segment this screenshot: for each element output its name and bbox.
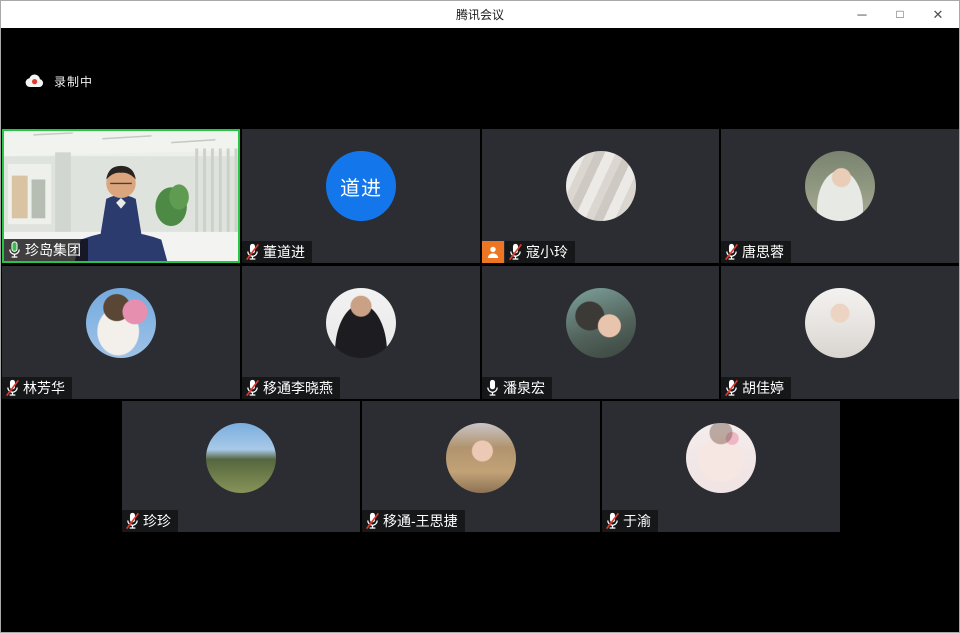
mic-muted-icon	[605, 512, 620, 530]
participant-name-label: 珍珍	[122, 510, 178, 532]
participant-name: 移通李晓燕	[263, 378, 333, 398]
close-button[interactable]: ✕	[919, 1, 957, 28]
participant-tile-tangsirong[interactable]: 唐思蓉	[721, 129, 959, 263]
window-title: 腾讯会议	[1, 1, 959, 28]
avatar	[805, 288, 875, 358]
recording-label: 录制中	[54, 73, 93, 90]
participant-name: 董道进	[263, 242, 305, 262]
participant-tile-linfanghua[interactable]: 林芳华	[2, 266, 240, 399]
participant-tile-zhendao-group[interactable]: 珍岛集团	[2, 129, 240, 263]
participant-name-label: 寇小玲	[505, 241, 575, 263]
participant-name-label: 珍岛集团	[4, 239, 88, 261]
avatar	[686, 423, 756, 493]
avatar	[206, 423, 276, 493]
mic-muted-icon	[245, 243, 260, 261]
mic-muted-icon	[5, 379, 20, 397]
avatar-initials: 道进	[340, 172, 382, 201]
participant-name-label: 于渝	[602, 510, 658, 532]
participant-name-label: 林芳华	[2, 377, 72, 399]
participant-name-label: 移通李晓燕	[242, 377, 340, 399]
participant-tile-lixiaoyan[interactable]: 移通李晓燕	[242, 266, 480, 399]
participant-name-label: 潘泉宏	[482, 377, 552, 399]
mic-muted-icon	[365, 512, 380, 530]
avatar	[566, 151, 636, 221]
participant-name-label: 唐思蓉	[721, 241, 791, 263]
avatar	[326, 288, 396, 358]
participant-tile-yuyu[interactable]: 于渝	[602, 401, 840, 532]
mic-muted-icon	[724, 379, 739, 397]
avatar	[566, 288, 636, 358]
mic-muted-icon	[125, 512, 140, 530]
participant-name-label: 董道进	[242, 241, 312, 263]
participant-name: 寇小玲	[526, 242, 568, 262]
avatar	[86, 288, 156, 358]
tencent-meeting-window: 腾讯会议 ─ □ ✕ 录制中	[0, 0, 960, 633]
recording-indicator: 录制中	[25, 72, 93, 90]
participant-tile-wangsijie[interactable]: 移通-王思捷	[362, 401, 600, 532]
participant-name: 林芳华	[23, 378, 65, 398]
participant-name-label: 移通-王思捷	[362, 510, 465, 532]
mic-on-green-icon	[7, 241, 22, 259]
participant-name-label: 胡佳婷	[721, 377, 791, 399]
participant-name: 于渝	[623, 511, 651, 531]
participant-tile-zhenzhen[interactable]: 珍珍	[122, 401, 360, 532]
participant-name: 潘泉宏	[503, 378, 545, 398]
person-badge	[482, 241, 504, 263]
participant-tile-dongdaojin[interactable]: 道进 董道进	[242, 129, 480, 263]
minimize-button[interactable]: ─	[843, 1, 881, 28]
mic-muted-icon	[245, 379, 260, 397]
participant-tile-kouxiaoling[interactable]: 寇小玲	[482, 129, 719, 263]
titlebar[interactable]: 腾讯会议 ─ □ ✕	[1, 1, 959, 28]
avatar: 道进	[326, 151, 396, 221]
participant-tile-panquanhong[interactable]: 潘泉宏	[482, 266, 719, 399]
avatar	[805, 151, 875, 221]
participant-name: 唐思蓉	[742, 242, 784, 262]
avatar	[446, 423, 516, 493]
window-controls: ─ □ ✕	[843, 1, 957, 28]
maximize-button[interactable]: □	[881, 1, 919, 28]
meeting-stage: 录制中	[1, 28, 959, 632]
participant-name: 胡佳婷	[742, 378, 784, 398]
participant-name: 移通-王思捷	[383, 511, 458, 531]
participant-tile-hujiating[interactable]: 胡佳婷	[721, 266, 959, 399]
participant-name: 珍岛集团	[25, 240, 81, 260]
recording-cloud-icon	[25, 74, 44, 88]
mic-muted-icon	[724, 243, 739, 261]
mic-muted-icon	[508, 243, 523, 261]
person-icon	[486, 245, 500, 259]
mic-on-icon	[485, 379, 500, 397]
participant-name: 珍珍	[143, 511, 171, 531]
